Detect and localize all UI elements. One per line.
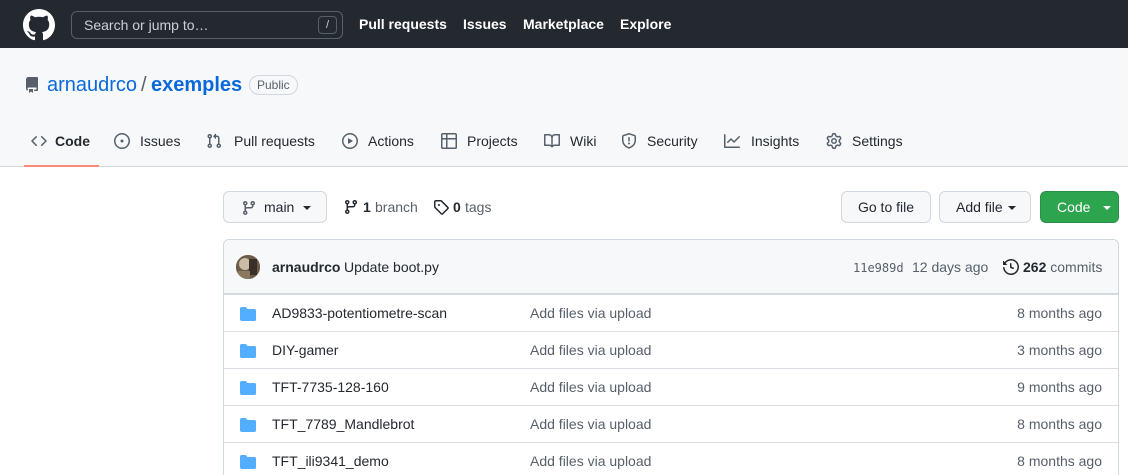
folder-icon bbox=[240, 307, 256, 321]
tab-settings[interactable]: Settings bbox=[826, 115, 906, 167]
nav-marketplace[interactable]: Marketplace bbox=[523, 0, 604, 48]
branch-icon bbox=[242, 201, 255, 216]
commit-count-label: commits bbox=[1050, 259, 1103, 275]
file-name-link[interactable]: TFT-7735-128-160 bbox=[272, 378, 389, 396]
add-file-label: Add file bbox=[956, 199, 1003, 215]
file-age: 8 months ago bbox=[1017, 416, 1102, 432]
search-input[interactable] bbox=[84, 16, 304, 34]
repo-header: arnaudrco / exemples Public Code Issues … bbox=[0, 48, 1128, 167]
github-logo-icon[interactable] bbox=[23, 9, 55, 41]
branch-select-button[interactable]: main bbox=[223, 191, 327, 223]
branch-label: branch bbox=[375, 199, 418, 215]
commit-count: 262 bbox=[1023, 259, 1047, 275]
chevron-down-icon bbox=[303, 206, 311, 210]
commit-sha-link[interactable]: 11e989d bbox=[853, 258, 904, 278]
chevron-down-icon bbox=[1103, 206, 1111, 210]
file-commit-message-link[interactable]: Add files via upload bbox=[530, 452, 651, 470]
table-icon bbox=[441, 133, 457, 149]
tab-actions[interactable]: Actions bbox=[342, 115, 418, 167]
table-row: AD9833-potentiometre-scan Add files via … bbox=[224, 294, 1118, 331]
tab-wiki[interactable]: Wiki bbox=[544, 115, 600, 167]
code-icon bbox=[31, 135, 47, 147]
tab-label: Security bbox=[647, 133, 698, 149]
tab-label: Projects bbox=[467, 133, 518, 149]
code-button-label: Code bbox=[1057, 199, 1091, 215]
nav-issues[interactable]: Issues bbox=[463, 0, 507, 48]
tab-code[interactable]: Code bbox=[31, 115, 99, 167]
file-commit-message-link[interactable]: Add files via upload bbox=[530, 304, 651, 322]
file-age: 9 months ago bbox=[1017, 379, 1102, 395]
tab-issues[interactable]: Issues bbox=[114, 115, 184, 167]
issue-icon bbox=[114, 133, 130, 149]
shield-icon bbox=[622, 133, 636, 149]
repo-icon bbox=[25, 77, 38, 93]
play-icon bbox=[342, 133, 358, 149]
global-header: / Pull requests Issues Marketplace Explo… bbox=[0, 0, 1128, 48]
tab-label: Actions bbox=[368, 133, 414, 149]
graph-icon bbox=[724, 134, 740, 148]
file-commit-message-link[interactable]: Add files via upload bbox=[530, 415, 651, 433]
table-row: TFT-7735-128-160 Add files via upload 9 … bbox=[224, 368, 1118, 405]
file-age: 8 months ago bbox=[1017, 453, 1102, 469]
history-icon[interactable] bbox=[1003, 259, 1019, 275]
branch-count: 1 bbox=[363, 199, 371, 215]
search-box[interactable]: / bbox=[71, 11, 343, 39]
branch-icon bbox=[344, 200, 357, 215]
latest-commit-bar: arnaudrco Update boot.py 11e989d 12 days… bbox=[224, 240, 1118, 294]
tab-label: Settings bbox=[852, 133, 903, 149]
file-name-link[interactable]: DIY-gamer bbox=[272, 341, 338, 359]
file-commit-message-link[interactable]: Add files via upload bbox=[530, 378, 651, 396]
nav-explore[interactable]: Explore bbox=[620, 0, 671, 48]
tab-pull-requests[interactable]: Pull requests bbox=[206, 115, 318, 167]
tab-label: Pull requests bbox=[234, 133, 315, 149]
tab-label: Code bbox=[55, 133, 90, 149]
tag-count: 0 bbox=[453, 199, 461, 215]
avatar[interactable] bbox=[236, 255, 260, 279]
nav-pull-requests[interactable]: Pull requests bbox=[359, 0, 447, 48]
book-icon bbox=[544, 133, 560, 148]
table-row: DIY-gamer Add files via upload 3 months … bbox=[224, 331, 1118, 368]
code-dropdown-button[interactable]: Code bbox=[1040, 191, 1119, 223]
commits-link[interactable]: 262 commits bbox=[1023, 257, 1102, 277]
folder-icon bbox=[240, 418, 256, 432]
pull-request-icon bbox=[207, 133, 222, 149]
tag-icon bbox=[434, 200, 449, 215]
tab-insights[interactable]: Insights bbox=[724, 115, 804, 167]
file-age: 8 months ago bbox=[1017, 305, 1102, 321]
repo-name-link[interactable]: exemples bbox=[151, 72, 242, 98]
gear-icon bbox=[826, 133, 842, 149]
folder-icon bbox=[240, 455, 256, 469]
file-age: 3 months ago bbox=[1017, 342, 1102, 358]
chevron-down-icon bbox=[1008, 206, 1016, 210]
tab-projects[interactable]: Projects bbox=[441, 115, 521, 167]
tab-label: Wiki bbox=[570, 133, 597, 149]
file-list: arnaudrco Update boot.py 11e989d 12 days… bbox=[223, 239, 1119, 475]
folder-icon bbox=[240, 381, 256, 395]
add-file-button[interactable]: Add file bbox=[939, 191, 1031, 223]
search-shortcut-key: / bbox=[318, 16, 337, 34]
tab-label: Issues bbox=[140, 133, 181, 149]
tab-label: Insights bbox=[751, 133, 800, 149]
tab-security[interactable]: Security bbox=[621, 115, 701, 167]
table-row: TFT_ili9341_demo Add files via upload 8 … bbox=[224, 442, 1118, 475]
go-to-file-button[interactable]: Go to file bbox=[841, 191, 931, 223]
active-tab-indicator bbox=[24, 165, 99, 167]
repo-path-separator: / bbox=[141, 74, 147, 96]
file-name-link[interactable]: TFT_7789_Mandlebrot bbox=[272, 415, 414, 433]
commit-date: 12 days ago bbox=[912, 259, 989, 275]
commit-author-link[interactable]: arnaudrco bbox=[272, 257, 340, 277]
file-name-link[interactable]: AD9833-potentiometre-scan bbox=[272, 304, 447, 322]
folder-icon bbox=[240, 344, 256, 358]
commit-message-link[interactable]: Update boot.py bbox=[344, 257, 439, 277]
file-commit-message-link[interactable]: Add files via upload bbox=[530, 341, 651, 359]
branch-name: main bbox=[264, 199, 295, 215]
file-name-link[interactable]: TFT_ili9341_demo bbox=[272, 452, 389, 470]
repo-owner-link[interactable]: arnaudrco bbox=[47, 72, 137, 98]
avatar-image-icon bbox=[236, 255, 260, 279]
visibility-badge: Public bbox=[249, 75, 298, 95]
table-row: TFT_7789_Mandlebrot Add files via upload… bbox=[224, 405, 1118, 442]
tag-label: tags bbox=[465, 199, 492, 215]
